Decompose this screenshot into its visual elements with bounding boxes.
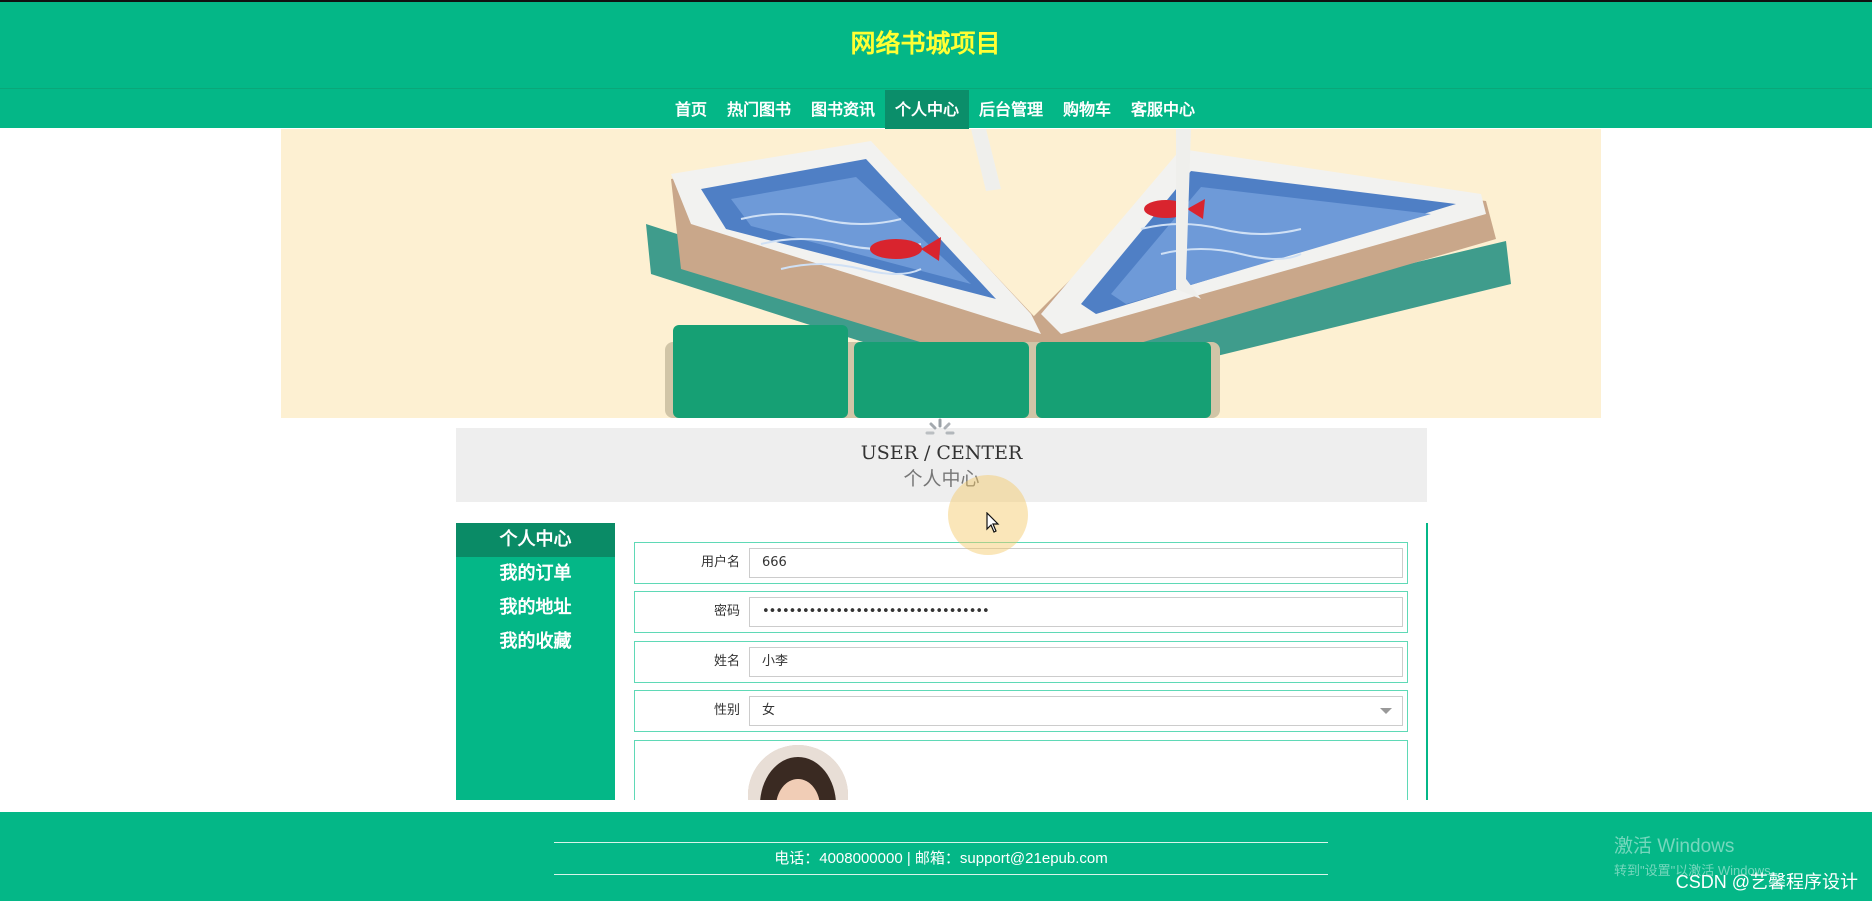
- footer-contact: 电话：4008000000 | 邮箱：support@21epub.com: [774, 850, 1108, 867]
- user-sidebar: 个人中心 我的订单 我的地址 我的收藏: [456, 523, 615, 800]
- password-input[interactable]: ••••••••••••••••••••••••••••••••••: [749, 597, 1403, 627]
- username-label: 用户名: [700, 555, 740, 570]
- form-row-username: 用户名 666: [634, 542, 1408, 584]
- section-title-cn: 个人中心: [903, 468, 980, 490]
- profile-form: 用户名 666 密码 •••••••••••••••••••••••••••••…: [632, 523, 1428, 800]
- sidebar-item-my-address[interactable]: 我的地址: [456, 591, 615, 625]
- footer-divider-bottom: [554, 874, 1328, 875]
- footer: 电话：4008000000 | 邮箱：support@21epub.com: [0, 812, 1872, 901]
- activation-title: 激活 Windows: [1614, 836, 1735, 857]
- nav-hot-books[interactable]: 热门图书: [717, 90, 801, 130]
- gender-select[interactable]: 女: [749, 696, 1403, 726]
- gender-label: 性别: [713, 703, 740, 718]
- nav-customer-service[interactable]: 客服中心: [1121, 90, 1205, 130]
- sidebar-item-my-favorites[interactable]: 我的收藏: [456, 625, 615, 659]
- nav-admin[interactable]: 后台管理: [969, 90, 1053, 130]
- chevron-down-icon: [1380, 708, 1392, 714]
- header-bar: 网络书城项目 首页 热门图书 图书资讯 个人中心 后台管理 购物车 客服中心: [0, 0, 1872, 130]
- form-row-password: 密码 ••••••••••••••••••••••••••••••••••: [634, 591, 1408, 633]
- username-input[interactable]: 666: [749, 548, 1403, 578]
- avatar[interactable]: [748, 745, 848, 800]
- name-input[interactable]: 小李: [749, 647, 1403, 677]
- nav-cart[interactable]: 购物车: [1053, 90, 1121, 130]
- sidebar-item-my-orders[interactable]: 我的订单: [456, 557, 615, 591]
- banner-image: [281, 129, 1601, 418]
- nav-user-center[interactable]: 个人中心: [884, 90, 969, 130]
- gender-value: 女: [762, 703, 776, 718]
- name-label: 姓名: [713, 654, 740, 669]
- nav-home[interactable]: 首页: [665, 90, 717, 130]
- password-label: 密码: [713, 604, 740, 619]
- nav-divider: [0, 88, 1872, 89]
- form-row-gender: 性别 女: [634, 690, 1408, 732]
- footer-divider-top: [554, 842, 1328, 843]
- sidebar-item-user-center[interactable]: 个人中心: [456, 523, 615, 557]
- main-nav: 首页 热门图书 图书资讯 个人中心 后台管理 购物车 客服中心: [0, 90, 1872, 130]
- csdn-watermark: CSDN @艺馨程序设计: [1675, 872, 1858, 892]
- form-right-border: [1426, 523, 1428, 800]
- mouse-pointer-icon: [986, 512, 1000, 533]
- loading-spinner-icon: [925, 418, 955, 435]
- avatar-photo: [748, 745, 848, 800]
- form-row-avatar: [634, 740, 1408, 800]
- site-title: 网络书城项目: [850, 29, 1001, 58]
- open-book-illustration: [646, 129, 1511, 418]
- nav-book-news[interactable]: 图书资讯: [801, 90, 885, 130]
- form-row-name: 姓名 小李: [634, 641, 1408, 683]
